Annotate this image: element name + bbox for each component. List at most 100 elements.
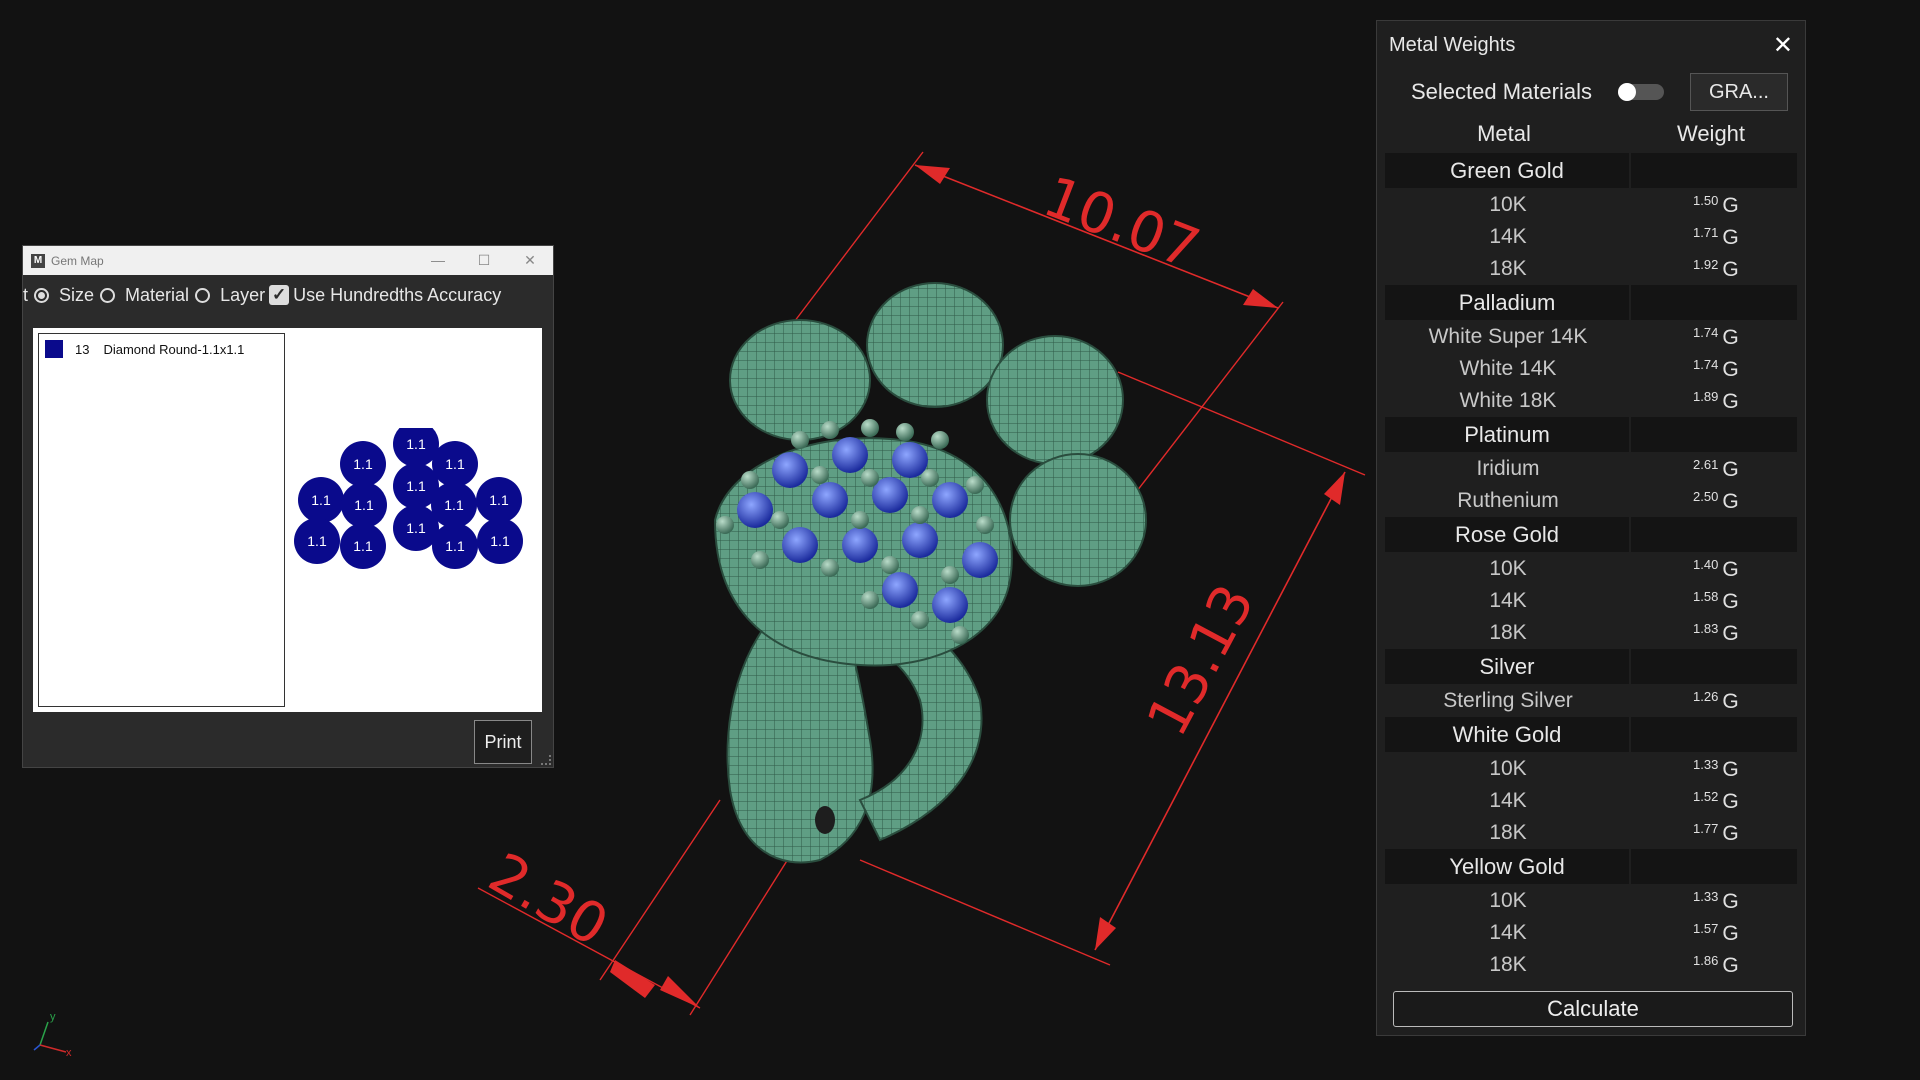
metal-group-name: Rose Gold: [1385, 517, 1631, 552]
table-row[interactable]: 18K 1.92 G: [1385, 253, 1797, 285]
weight-column-header: Weight: [1676, 121, 1746, 146]
weight-value: 1.58: [1693, 588, 1719, 604]
weight-unit: G: [1722, 921, 1739, 945]
resize-grip-icon[interactable]: [541, 755, 551, 765]
hundredths-accuracy-checkbox[interactable]: ✓: [269, 285, 290, 305]
gem-marker[interactable]: 1.1: [294, 518, 340, 564]
axis-y-label: y: [50, 1011, 56, 1023]
table-row[interactable]: White 18K 1.89 G: [1385, 385, 1797, 417]
table-row[interactable]: 10K 1.33 G: [1385, 753, 1797, 785]
close-icon[interactable]: ✕: [507, 252, 553, 269]
gem-size-label: 1.1: [444, 497, 464, 513]
gem-size-label: 1.1: [490, 533, 510, 549]
table-row[interactable]: 18K 1.77 G: [1385, 817, 1797, 849]
gem-marker[interactable]: 1.1: [476, 477, 522, 523]
minimize-icon[interactable]: —: [415, 252, 461, 269]
metal-group-header: Green Gold: [1385, 153, 1797, 188]
metal-group-name: Palladium: [1385, 285, 1631, 320]
metal-group-name: Yellow Gold: [1385, 849, 1631, 884]
table-row[interactable]: Iridium 2.61 G: [1385, 453, 1797, 485]
gem-list[interactable]: 13 Diamond Round-1.1x1.1: [38, 333, 285, 707]
table-row[interactable]: 14K 1.71 G: [1385, 221, 1797, 253]
calculate-button[interactable]: Calculate: [1393, 991, 1793, 1027]
weight-value: 1.74: [1693, 356, 1719, 372]
weight-unit: G: [1722, 889, 1739, 913]
metal-name: 14K: [1489, 789, 1527, 812]
maximize-icon[interactable]: ☐: [461, 252, 507, 269]
table-row[interactable]: 14K 1.58 G: [1385, 585, 1797, 617]
metal-group: Yellow Gold 10K 1.33 G 14K 1.57 G 18K 1.86 G: [1385, 849, 1797, 981]
metal-name: 18K: [1489, 953, 1527, 976]
print-button[interactable]: Print: [474, 720, 532, 764]
gem-marker[interactable]: 1.1: [477, 518, 523, 564]
metal-weight: 1.50 G: [1631, 193, 1791, 218]
hundredths-accuracy-label: Use Hundredths Accuracy: [293, 284, 502, 305]
selected-materials-toggle[interactable]: [1617, 83, 1664, 101]
table-row[interactable]: 10K 1.40 G: [1385, 553, 1797, 585]
weight-unit: G: [1722, 757, 1739, 781]
ring-model[interactable]: [713, 282, 1147, 864]
metal-group-header: Silver: [1385, 649, 1797, 684]
gem-size-label: 1.1: [445, 456, 465, 472]
gem-color-swatch: [45, 340, 63, 358]
gem-size-label: 1.1: [406, 520, 426, 536]
layer-radio[interactable]: [195, 287, 211, 303]
metal-weight: 1.52 G: [1631, 789, 1791, 814]
gra-button[interactable]: GRA...: [1689, 73, 1788, 111]
table-row[interactable]: 14K 1.52 G: [1385, 785, 1797, 817]
gem-map-options: t Size Material Layer ✓ Use Hundredths A…: [23, 275, 553, 315]
metal-weight: 1.58 G: [1631, 589, 1791, 614]
metal-name: Sterling Silver: [1443, 689, 1573, 712]
metal-weight: 1.92 G: [1631, 257, 1791, 282]
gem-marker[interactable]: 1.1: [340, 523, 386, 569]
metal-weight: 1.71 G: [1631, 225, 1791, 250]
gem-map-content: 13 Diamond Round-1.1x1.1 1.1 1.1 1.1 1.1 1.1…: [33, 328, 542, 712]
weight-unit: G: [1722, 953, 1739, 977]
gem-marker[interactable]: 1.1: [432, 523, 478, 569]
weight-unit: G: [1722, 357, 1739, 381]
metal-name: 18K: [1489, 621, 1527, 644]
table-row[interactable]: White 14K 1.74 G: [1385, 353, 1797, 385]
weight-unit: G: [1722, 689, 1739, 713]
table-row[interactable]: Ruthenium 2.50 G: [1385, 485, 1797, 517]
weight-value: 1.33: [1693, 888, 1719, 904]
table-row[interactable]: 18K 1.83 G: [1385, 617, 1797, 649]
metal-weight: 1.77 G: [1631, 821, 1791, 846]
weight-value: 1.50: [1693, 192, 1719, 208]
table-row[interactable]: 18K 1.86 G: [1385, 949, 1797, 981]
metal-name: 14K: [1489, 921, 1527, 944]
gem-size-label: 1.1: [406, 436, 426, 452]
material-radio[interactable]: [100, 287, 116, 303]
metal-group: Green Gold 10K 1.50 G 14K 1.71 G 18K 1.92 G: [1385, 153, 1797, 285]
metal-weight: 2.61 G: [1631, 457, 1791, 482]
weights-table: Green Gold 10K 1.50 G 14K 1.71 G 18K 1.92 G Pallad…: [1377, 153, 1805, 981]
gem-map-title: Gem Map: [51, 253, 104, 268]
weight-unit: G: [1722, 789, 1739, 813]
table-row[interactable]: 10K 1.33 G: [1385, 885, 1797, 917]
list-item[interactable]: 13 Diamond Round-1.1x1.1: [39, 334, 284, 364]
gem-size-label: 1.1: [489, 492, 509, 508]
table-row[interactable]: White Super 14K 1.74 G: [1385, 321, 1797, 353]
metal-name: 10K: [1489, 889, 1527, 912]
table-row[interactable]: 10K 1.50 G: [1385, 189, 1797, 221]
gem-layout-diagram[interactable]: 1.1 1.1 1.1 1.1 1.1 1.1 1.1 1.1 1.1 1.1 1.1 1.1 1.1: [291, 428, 541, 618]
metal-name: 14K: [1489, 589, 1527, 612]
table-row[interactable]: 14K 1.57 G: [1385, 917, 1797, 949]
weight-value: 1.74: [1693, 324, 1719, 340]
close-icon[interactable]: ✕: [1773, 31, 1793, 60]
metal-weight: 1.74 G: [1631, 357, 1791, 382]
gem-marker[interactable]: 1.1: [341, 482, 387, 528]
size-radio[interactable]: [34, 287, 50, 303]
gem-map-window[interactable]: M Gem Map — ☐ ✕ t Size Material Layer ✓ …: [22, 245, 554, 768]
metal-group-name: Silver: [1385, 649, 1631, 684]
gem-count: 13: [75, 341, 90, 357]
gem-marker[interactable]: 1.1: [298, 477, 344, 523]
table-row[interactable]: Sterling Silver 1.26 G: [1385, 685, 1797, 717]
gem-map-titlebar[interactable]: M Gem Map — ☐ ✕: [23, 246, 553, 275]
gem-marker[interactable]: 1.1: [340, 441, 386, 487]
weight-value: 1.86: [1693, 952, 1719, 968]
gem-marker[interactable]: 1.1: [393, 428, 439, 467]
gem-marker[interactable]: 1.1: [432, 441, 478, 487]
gem-size-label: 1.1: [311, 492, 331, 508]
metal-group-header: Rose Gold: [1385, 517, 1797, 552]
